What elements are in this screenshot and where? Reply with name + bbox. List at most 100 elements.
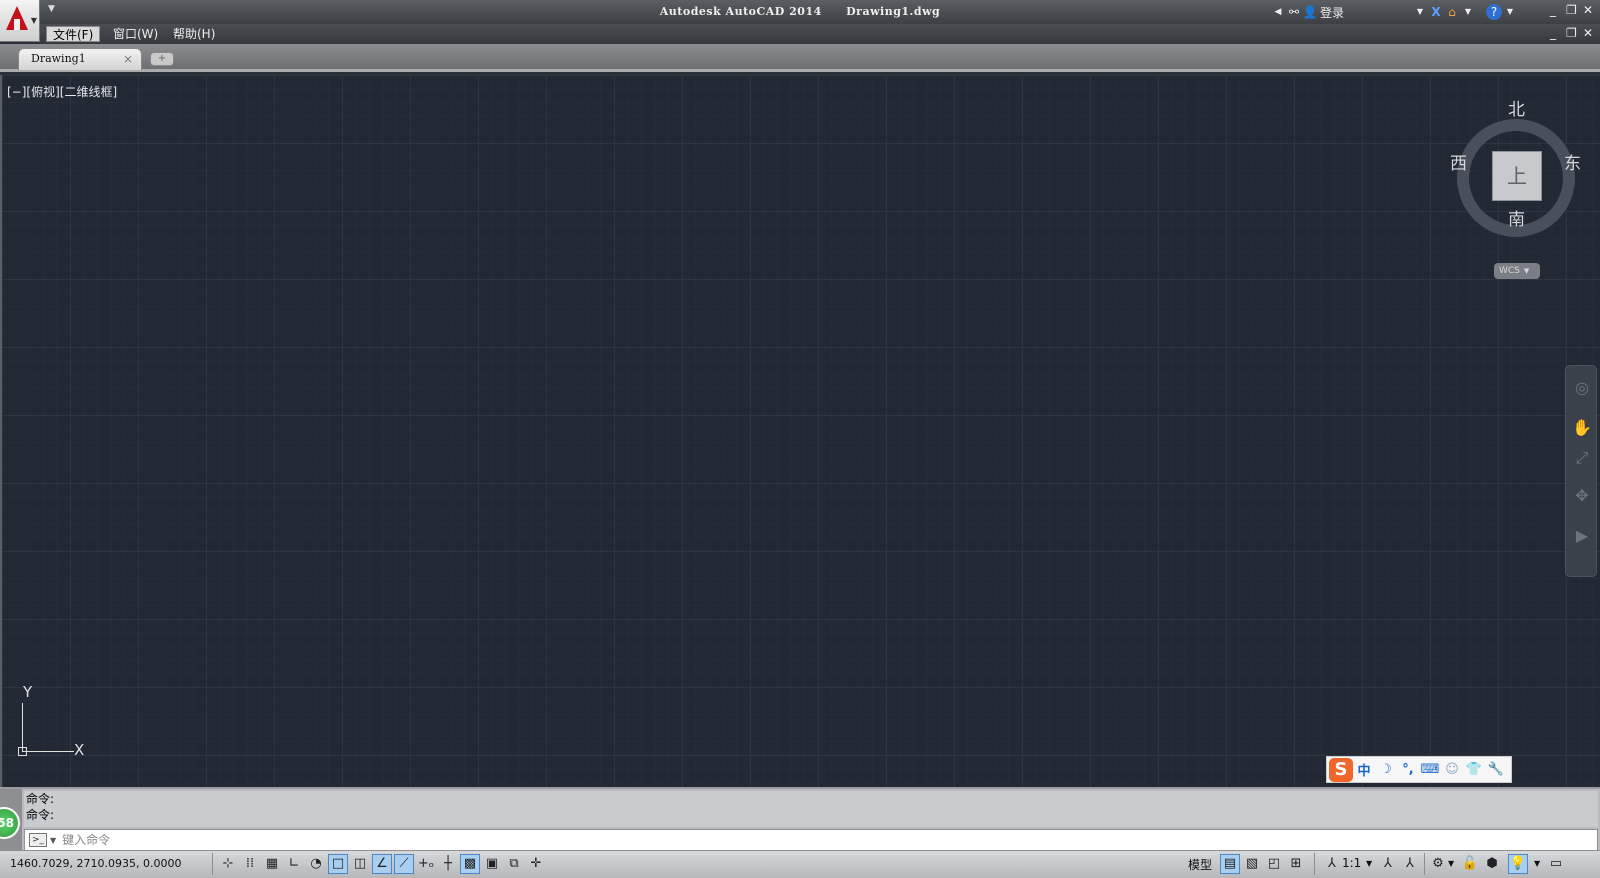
ortho-mode-icon[interactable]: ∟: [284, 854, 304, 874]
title-bar: ▼ Autodesk AutoCAD 2014 Drawing1.dwg ◀ ⚯…: [0, 0, 1600, 24]
compass-west[interactable]: 西: [1450, 149, 1467, 174]
command-window: 命令: 命令: >_ ▼: [0, 787, 1600, 852]
command-input[interactable]: [62, 833, 1563, 847]
ime-mode-label[interactable]: 中: [1353, 760, 1375, 779]
status-bar: 1460.7029, 2710.0935, 0.0000 ⊹ ⁞⁞ ▦ ∟ ◔ …: [0, 850, 1600, 878]
dynamic-input-icon[interactable]: +ₒ: [416, 854, 436, 874]
user-icon[interactable]: ☺: [1441, 762, 1463, 777]
showmotion-icon[interactable]: ▶: [1572, 526, 1592, 546]
annotation-scale-icon[interactable]: ⅄: [1322, 854, 1342, 874]
stay-connected-icon[interactable]: ⌂: [1444, 4, 1460, 20]
infocenter-tools: ▼ X ⌂ ▼ ? ▼: [1412, 2, 1518, 22]
quick-view-layouts-icon[interactable]: ▤: [1220, 854, 1240, 874]
binoculars-icon[interactable]: ⚯: [1286, 4, 1302, 20]
compass-east[interactable]: 东: [1564, 149, 1581, 174]
drawing-canvas[interactable]: [−][俯视][二维线框] 上 北 南 东 西 WCS ▼ ◎ ✋ ⤢ ✥ ▶ Y…: [0, 75, 1600, 787]
settings-wrench-icon[interactable]: 🔧: [1485, 762, 1507, 777]
model-space-label[interactable]: 模型: [1188, 856, 1212, 873]
signin-label[interactable]: 登录: [1320, 4, 1344, 21]
skin-icon[interactable]: 👕: [1463, 762, 1485, 777]
object-snap-icon[interactable]: □: [328, 854, 348, 874]
menu-bar: 文件(F) 窗口(W) 帮助(H) _ ❐ ✕: [40, 24, 1600, 44]
pan-icon[interactable]: ✋: [1572, 418, 1592, 438]
doc-close-icon[interactable]: ✕: [1583, 26, 1593, 40]
ucs-icon: Y X: [12, 683, 102, 765]
annotation-scale-label[interactable]: 1:1: [1342, 856, 1361, 870]
grid-display-icon[interactable]: ▦: [262, 854, 282, 874]
signin-dropdown-icon[interactable]: ▼: [1412, 4, 1428, 20]
ime-toolbar: S 中 ☽ °, ⌨ ☺ 👕 🔧: [1326, 756, 1512, 783]
keyboard-icon[interactable]: ⌨: [1419, 762, 1441, 777]
status-bar-menu-dropdown-icon[interactable]: ▼: [1534, 859, 1540, 868]
doc-restore-icon[interactable]: ❐: [1566, 26, 1577, 40]
auto-scale-icon[interactable]: ⅄: [1400, 854, 1420, 874]
application-menu-button[interactable]: ▼: [0, 0, 40, 42]
clean-screen-icon[interactable]: ▭: [1546, 854, 1566, 874]
compass-north[interactable]: 北: [1508, 95, 1525, 120]
isolate-objects-bulb-icon[interactable]: 💡: [1508, 854, 1528, 874]
window-title: Autodesk AutoCAD 2014 Drawing1.dwg: [0, 0, 1600, 24]
wcs-dropdown-icon: ▼: [1523, 267, 1530, 275]
minimize-icon[interactable]: _: [1550, 3, 1556, 17]
command-line: >_ ▼: [24, 829, 1598, 851]
layout2-icon[interactable]: ⊞: [1286, 854, 1306, 874]
help-icon[interactable]: ?: [1486, 4, 1502, 20]
menu-file[interactable]: 文件(F): [46, 26, 101, 42]
annotation-visibility-icon[interactable]: ⅄: [1378, 854, 1398, 874]
moon-icon[interactable]: ☽: [1375, 762, 1397, 777]
quick-properties-icon[interactable]: ▣: [482, 854, 502, 874]
app-title: Autodesk AutoCAD 2014: [659, 5, 822, 18]
workspace-dropdown-icon[interactable]: ▼: [1448, 859, 1454, 868]
quick-view-drawings-icon[interactable]: ▧: [1242, 854, 1262, 874]
command-history-line: 命令:: [26, 808, 55, 822]
selection-cycling-icon[interactable]: ⧉: [504, 854, 524, 874]
app-menu-dropdown-icon: ▼: [30, 16, 37, 25]
menu-help[interactable]: 帮助(H): [167, 26, 221, 42]
layout-icon[interactable]: ◰: [1264, 854, 1284, 874]
file-title: Drawing1.dwg: [846, 5, 941, 18]
coordinate-readout[interactable]: 1460.7029, 2710.0935, 0.0000: [10, 857, 181, 870]
zoom-extents-icon[interactable]: ⤢: [1572, 448, 1592, 468]
new-tab-button[interactable]: +: [150, 52, 174, 66]
recent-commands-dropdown-icon[interactable]: ▼: [50, 836, 56, 845]
annotation-monitor-icon[interactable]: ✛: [526, 854, 546, 874]
compass-south[interactable]: 南: [1508, 205, 1525, 230]
annotation-scale-dropdown-icon[interactable]: ▼: [1366, 859, 1372, 868]
infer-constraints-icon[interactable]: ⊹: [218, 854, 238, 874]
help-dropdown-icon[interactable]: ▼: [1502, 4, 1518, 20]
3d-object-snap-icon[interactable]: ◫: [350, 854, 370, 874]
steeringwheel-icon[interactable]: ◎: [1572, 378, 1592, 398]
tab-drawing1[interactable]: Drawing1 ×: [18, 48, 142, 70]
menu-window[interactable]: 窗口(W): [107, 26, 164, 42]
viewcube[interactable]: 上 北 南 东 西 WCS ▼: [1446, 95, 1586, 279]
doc-minimize-icon[interactable]: _: [1550, 26, 1556, 40]
snap-mode-icon[interactable]: ⁞⁞: [240, 854, 260, 874]
sogou-logo-icon[interactable]: S: [1329, 757, 1353, 782]
exchange-apps-icon[interactable]: X: [1428, 4, 1444, 20]
command-prompt-icon[interactable]: >_: [29, 833, 47, 847]
toolbar-lock-icon[interactable]: 🔓: [1460, 854, 1480, 874]
expand-left-icon[interactable]: ◀: [1270, 4, 1286, 20]
hardware-acceleration-icon[interactable]: ⬢: [1482, 854, 1502, 874]
tab-label: Drawing1: [31, 52, 86, 65]
polar-tracking-icon[interactable]: ◔: [306, 854, 326, 874]
orbit-icon[interactable]: ✥: [1572, 486, 1592, 506]
object-snap-tracking-icon[interactable]: ∠: [372, 854, 392, 874]
viewcube-top-face[interactable]: 上: [1492, 151, 1542, 201]
stay-connected-dropdown-icon[interactable]: ▼: [1460, 4, 1476, 20]
dynamic-ucs-icon[interactable]: ⟋: [394, 854, 414, 874]
command-history-line: 命令:: [26, 792, 55, 806]
viewport-controls[interactable]: [−][俯视][二维线框]: [7, 83, 117, 100]
wcs-label: WCS: [1499, 266, 1520, 276]
user-icon[interactable]: 👤: [1302, 4, 1318, 20]
tab-close-icon[interactable]: ×: [123, 49, 133, 69]
command-history: 命令: 命令:: [24, 791, 1598, 827]
close-icon[interactable]: ✕: [1583, 3, 1593, 17]
punctuation-icon[interactable]: °,: [1397, 762, 1419, 777]
workspace-switching-gear-icon[interactable]: ⚙: [1428, 854, 1448, 874]
wcs-menu-button[interactable]: WCS ▼: [1494, 263, 1540, 279]
restore-icon[interactable]: ❐: [1566, 3, 1577, 17]
infocenter: ◀ ⚯ 👤 登录: [1270, 2, 1344, 22]
transparency-icon[interactable]: ▩: [460, 854, 480, 874]
lineweight-icon[interactable]: ┼: [438, 854, 458, 874]
